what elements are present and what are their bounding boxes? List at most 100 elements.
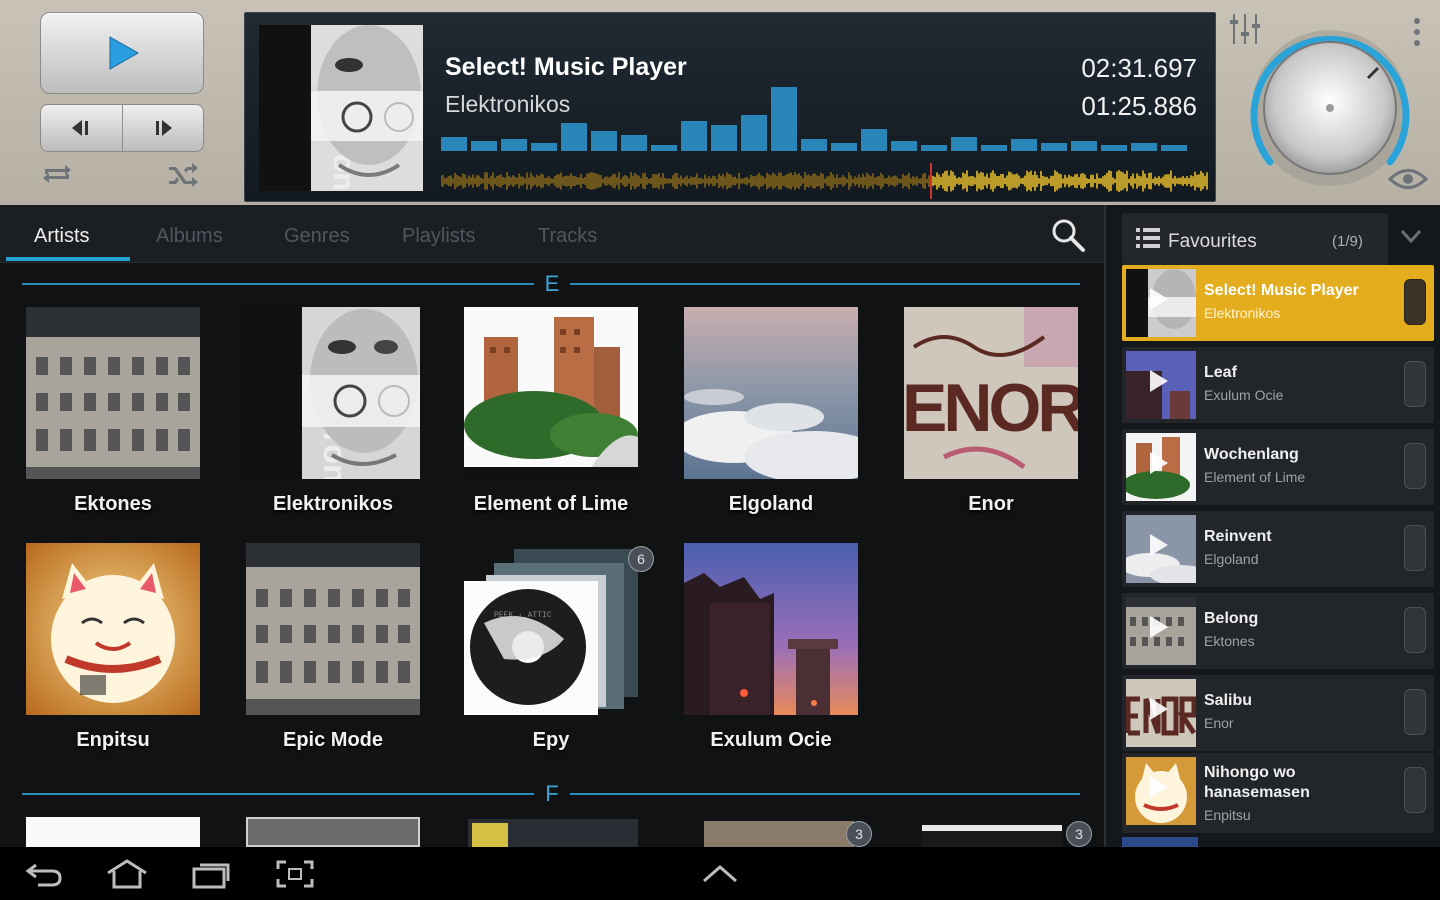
play-overlay-icon xyxy=(1150,776,1168,798)
artist-tile[interactable]: PEEK · ATTIC Epy xyxy=(458,543,638,752)
spectrum-bar xyxy=(801,139,827,151)
drag-handle[interactable] xyxy=(1404,279,1426,325)
spectrum-bar xyxy=(711,125,737,151)
now-playing-album-art[interactable]: elektronikos xyxy=(259,25,423,191)
artist-tile[interactable]: Ektones xyxy=(26,307,200,516)
spectrum-bar xyxy=(1161,145,1187,151)
spectrum-bar xyxy=(621,135,647,151)
tab-bar: Artists Albums Genres Playlists Tracks xyxy=(0,205,1104,263)
artist-name: Epic Mode xyxy=(282,729,383,751)
artist-art: ENOR xyxy=(904,307,1078,479)
artist-tile[interactable]: Elgoland xyxy=(684,307,858,516)
section-letter-f: F xyxy=(545,781,559,806)
artist-art-partial[interactable] xyxy=(246,817,420,847)
artist-tile[interactable]: Epic Mode xyxy=(246,543,420,752)
artist-art xyxy=(246,543,420,715)
section-divider xyxy=(22,793,534,795)
next-button[interactable] xyxy=(121,105,204,151)
artist-tile[interactable]: elektronikos Elektronikos xyxy=(246,307,420,516)
recent-apps-icon[interactable] xyxy=(190,859,232,889)
artist-art-partial[interactable] xyxy=(704,821,854,847)
elapsed-time: 02:31.697 xyxy=(1081,53,1197,83)
artist-art xyxy=(684,543,858,715)
artist-name: Element of Lime xyxy=(473,493,629,515)
album-count-badge: 3 xyxy=(1066,821,1092,847)
now-playing-title: Select! Music Player xyxy=(445,53,687,81)
artist-name: Elgoland xyxy=(728,493,814,515)
playlist-item[interactable]: Nihongo wo hanasemasen Enpitsu xyxy=(1122,753,1434,833)
chevron-down-icon[interactable] xyxy=(1400,229,1422,243)
overflow-menu-icon[interactable] xyxy=(1410,16,1424,48)
play-overlay-icon xyxy=(1150,370,1168,392)
playlist-item[interactable]: Salibu Enor xyxy=(1122,675,1434,751)
spectrum-bar xyxy=(831,143,857,151)
playlist-item[interactable]: Reinvent Elgoland xyxy=(1122,511,1434,587)
artist-tile[interactable]: Exulum Ocie xyxy=(684,543,858,752)
track-artist: Enor xyxy=(1204,715,1234,731)
artist-tile[interactable]: ENOR Enor xyxy=(904,307,1078,516)
spectrum-bar xyxy=(501,139,527,151)
favourites-position: (1/9) xyxy=(1332,233,1363,250)
previous-button[interactable] xyxy=(41,105,122,151)
drag-handle[interactable] xyxy=(1404,525,1426,571)
track-artist: Element of Lime xyxy=(1204,469,1306,485)
tab-tracks[interactable]: Tracks xyxy=(538,225,597,248)
artist-art-partial[interactable] xyxy=(468,819,638,847)
section-divider xyxy=(570,283,1080,285)
waveform-seekbar[interactable] xyxy=(441,163,1209,199)
artist-art-partial[interactable] xyxy=(26,817,200,847)
seek-controls xyxy=(40,104,204,152)
section-divider xyxy=(570,793,1080,795)
artist-name: Enpitsu xyxy=(76,729,150,751)
tab-artists[interactable]: Artists xyxy=(34,225,90,248)
tab-albums[interactable]: Albums xyxy=(156,225,223,248)
artist-name: Exulum Ocie xyxy=(710,729,832,751)
track-title: Belong xyxy=(1204,610,1259,627)
screenshot-icon[interactable] xyxy=(274,859,316,889)
play-overlay-icon xyxy=(1150,288,1168,310)
now-playing-artist: Elektronikos xyxy=(445,91,571,117)
repeat-icon[interactable] xyxy=(40,160,74,188)
spectrum-bar xyxy=(471,141,497,151)
search-icon[interactable] xyxy=(1050,217,1086,253)
spectrum-bar xyxy=(981,145,1007,151)
spectrum-bar xyxy=(771,87,797,151)
section-letter-e: E xyxy=(544,271,560,296)
favourites-header[interactable]: Favourites (1/9) xyxy=(1122,213,1388,265)
track-artist: Elektronikos xyxy=(1204,305,1281,321)
drag-handle[interactable] xyxy=(1404,607,1426,653)
artist-art-stack: PEEK · ATTIC xyxy=(458,543,638,717)
play-button[interactable] xyxy=(40,12,204,94)
up-chevron-icon[interactable] xyxy=(700,863,740,885)
spectrum-bar xyxy=(441,137,467,151)
spectrum-bar xyxy=(861,129,887,151)
track-title: Select! Music Player xyxy=(1204,282,1359,299)
artist-tile[interactable]: Enpitsu xyxy=(26,543,200,752)
drag-handle[interactable] xyxy=(1404,361,1426,407)
spectrum-bar xyxy=(951,137,977,151)
drag-handle[interactable] xyxy=(1404,443,1426,489)
playlist-item[interactable]: Wochenlang Element of Lime xyxy=(1122,429,1434,505)
home-icon[interactable] xyxy=(104,859,150,889)
track-title: Wochenlang xyxy=(1204,446,1299,463)
track-artist: Enpitsu xyxy=(1204,807,1251,823)
playlist-item-current[interactable]: Select! Music Player Elektronikos xyxy=(1122,265,1434,341)
playlist-item[interactable]: Leaf Exulum Ocie xyxy=(1122,347,1434,423)
drag-handle[interactable] xyxy=(1404,689,1426,735)
artist-name: Ektones xyxy=(74,493,152,515)
tab-genres[interactable]: Genres xyxy=(284,225,350,248)
list-icon xyxy=(1136,228,1160,248)
artist-art-partial[interactable] xyxy=(922,825,1062,847)
shuffle-icon[interactable] xyxy=(166,160,200,188)
back-icon[interactable] xyxy=(24,859,64,889)
artist-tile[interactable]: Element of Lime xyxy=(464,307,638,516)
artist-name: Epy xyxy=(532,729,570,751)
playlist-item[interactable]: Belong Ektones xyxy=(1122,593,1434,669)
volume-knob[interactable] xyxy=(1250,22,1410,192)
artist-name: Enor xyxy=(968,493,1014,515)
track-artist: Ektones xyxy=(1204,633,1255,649)
drag-handle[interactable] xyxy=(1404,767,1426,813)
tab-playlists[interactable]: Playlists xyxy=(402,225,475,248)
eye-icon[interactable] xyxy=(1388,166,1428,192)
track-artist: Exulum Ocie xyxy=(1204,387,1284,403)
